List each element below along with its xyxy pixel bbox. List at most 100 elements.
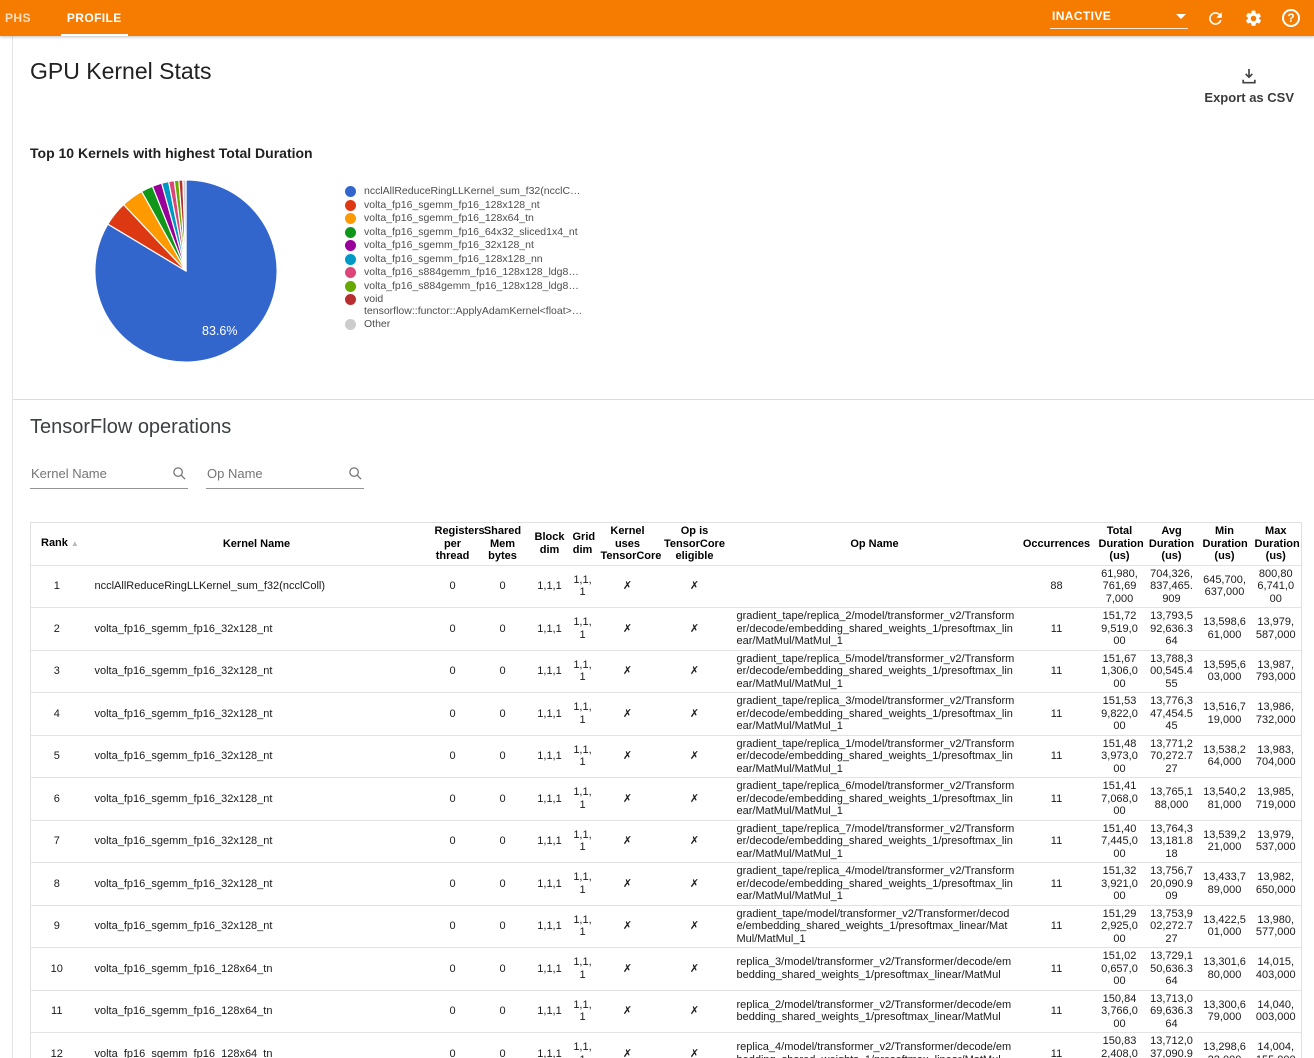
cell-op-name: replica_3/model/transformer_v2/Transform… bbox=[731, 948, 1019, 991]
cell-kernel-tensorcore: ✗ bbox=[597, 735, 659, 778]
cell-total-duration: 150,832,408,000 bbox=[1095, 1033, 1145, 1058]
cell-kernel-name: volta_fp16_sgemm_fp16_128x64_tn bbox=[83, 1033, 431, 1058]
cell-op-tc-eligible: ✗ bbox=[659, 693, 731, 736]
cell-grid-dim: 1,1,1 bbox=[569, 565, 597, 608]
refresh-button[interactable] bbox=[1204, 7, 1226, 29]
column-header[interactable]: Avg Duration (us) bbox=[1145, 523, 1199, 566]
op-name-filter bbox=[206, 463, 364, 489]
cell-op-tc-eligible: ✗ bbox=[659, 948, 731, 991]
column-header[interactable]: Min Duration (us) bbox=[1199, 523, 1251, 566]
main-card: GPU Kernel Stats Export as CSV Top 10 Ke… bbox=[12, 36, 1314, 1058]
legend-item: volta_fp16_sgemm_fp16_128x128_nn bbox=[345, 254, 585, 266]
tab-profile[interactable]: PROFILE bbox=[55, 0, 134, 36]
cell-shared-mem: 0 bbox=[475, 778, 531, 821]
column-header[interactable]: Max Duration (us) bbox=[1251, 523, 1302, 566]
ops-table-body: 1 ncclAllReduceRingLLKernel_sum_f32(nccl… bbox=[31, 565, 1302, 1058]
cell-rank: 5 bbox=[31, 735, 83, 778]
column-header[interactable]: Op is TensorCore eligible bbox=[659, 523, 731, 566]
op-name-input[interactable] bbox=[206, 463, 364, 489]
cell-registers: 0 bbox=[431, 565, 475, 608]
cell-occurrences: 11 bbox=[1019, 650, 1095, 693]
cell-total-duration: 151,292,925,000 bbox=[1095, 905, 1145, 948]
cell-avg-duration: 13,776,347,454.545 bbox=[1145, 693, 1199, 736]
cell-op-name: gradient_tape/model/transformer_v2/Trans… bbox=[731, 905, 1019, 948]
legend-label: ncclAllReduceRingLLKernel_sum_f32(ncclC… bbox=[364, 186, 581, 198]
settings-button[interactable] bbox=[1242, 7, 1264, 29]
cell-block-dim: 1,1,1 bbox=[531, 820, 569, 863]
cell-rank: 2 bbox=[31, 608, 83, 651]
table-row: 6 volta_fp16_sgemm_fp16_32x128_nt 0 0 1,… bbox=[31, 778, 1302, 821]
cell-occurrences: 11 bbox=[1019, 693, 1095, 736]
cell-op-tc-eligible: ✗ bbox=[659, 735, 731, 778]
cell-block-dim: 1,1,1 bbox=[531, 948, 569, 991]
column-header[interactable]: Kernel Name bbox=[83, 523, 431, 566]
cell-avg-duration: 13,756,720,090.909 bbox=[1145, 863, 1199, 906]
table-row: 1 ncclAllReduceRingLLKernel_sum_f32(nccl… bbox=[31, 565, 1302, 608]
cell-op-tc-eligible: ✗ bbox=[659, 1033, 731, 1058]
cell-block-dim: 1,1,1 bbox=[531, 693, 569, 736]
legend-label: volta_fp16_sgemm_fp16_128x128_nn bbox=[364, 254, 543, 266]
cell-kernel-name: volta_fp16_sgemm_fp16_32x128_nt bbox=[83, 905, 431, 948]
pie-legend: ncclAllReduceRingLLKernel_sum_f32(ncclC…… bbox=[345, 178, 585, 383]
cell-registers: 0 bbox=[431, 735, 475, 778]
cell-kernel-name: volta_fp16_sgemm_fp16_128x64_tn bbox=[83, 990, 431, 1033]
cell-max-duration: 13,983,704,000 bbox=[1251, 735, 1302, 778]
cell-min-duration: 13,538,264,000 bbox=[1199, 735, 1251, 778]
cell-block-dim: 1,1,1 bbox=[531, 735, 569, 778]
download-icon bbox=[1239, 66, 1259, 86]
cell-rank: 6 bbox=[31, 778, 83, 821]
legend-swatch-icon bbox=[345, 281, 356, 292]
legend-swatch-icon bbox=[345, 186, 356, 197]
cell-op-name: gradient_tape/replica_3/model/transforme… bbox=[731, 693, 1019, 736]
column-header[interactable]: Occurrences bbox=[1019, 523, 1095, 566]
legend-label: volta_fp16_s884gemm_fp16_128x128_ldg8… bbox=[364, 267, 579, 279]
cell-min-duration: 13,298,622,000 bbox=[1199, 1033, 1251, 1058]
cell-kernel-name: volta_fp16_sgemm_fp16_32x128_nt bbox=[83, 863, 431, 906]
column-header[interactable]: Grid dim bbox=[569, 523, 597, 566]
cell-registers: 0 bbox=[431, 608, 475, 651]
cell-op-name: gradient_tape/replica_4/model/transforme… bbox=[731, 863, 1019, 906]
legend-swatch-icon bbox=[345, 294, 356, 305]
cell-total-duration: 151,483,973,000 bbox=[1095, 735, 1145, 778]
table-row: 7 volta_fp16_sgemm_fp16_32x128_nt 0 0 1,… bbox=[31, 820, 1302, 863]
cell-rank: 12 bbox=[31, 1033, 83, 1058]
legend-label: Other bbox=[364, 319, 390, 331]
cell-max-duration: 13,987,793,000 bbox=[1251, 650, 1302, 693]
refresh-icon bbox=[1206, 9, 1225, 28]
cell-kernel-tensorcore: ✗ bbox=[597, 863, 659, 906]
help-button[interactable]: ? bbox=[1280, 7, 1302, 29]
cell-total-duration: 151,407,445,000 bbox=[1095, 820, 1145, 863]
table-row: 12 volta_fp16_sgemm_fp16_128x64_tn 0 0 1… bbox=[31, 1033, 1302, 1058]
cell-kernel-name: volta_fp16_sgemm_fp16_32x128_nt bbox=[83, 693, 431, 736]
cell-grid-dim: 1,1,1 bbox=[569, 650, 597, 693]
column-header[interactable]: Kernel uses TensorCore bbox=[597, 523, 659, 566]
column-header[interactable]: Total Duration (us) bbox=[1095, 523, 1145, 566]
cell-total-duration: 61,980,761,697,000 bbox=[1095, 565, 1145, 608]
cell-max-duration: 14,040,003,000 bbox=[1251, 990, 1302, 1033]
cell-shared-mem: 0 bbox=[475, 608, 531, 651]
cell-occurrences: 11 bbox=[1019, 1033, 1095, 1058]
column-header[interactable]: Block dim bbox=[531, 523, 569, 566]
cell-avg-duration: 13,713,069,636.364 bbox=[1145, 990, 1199, 1033]
tab-graphs[interactable]: PHS bbox=[1, 0, 35, 36]
column-header[interactable]: Registers per thread bbox=[431, 523, 475, 566]
column-header[interactable]: Op Name bbox=[731, 523, 1019, 566]
cell-rank: 11 bbox=[31, 990, 83, 1033]
page-title: GPU Kernel Stats bbox=[30, 58, 1292, 85]
tensorflow-operations-section: TensorFlow operations bbox=[13, 400, 1314, 1058]
cell-kernel-tensorcore: ✗ bbox=[597, 778, 659, 821]
cell-kernel-tensorcore: ✗ bbox=[597, 990, 659, 1033]
cell-grid-dim: 1,1,1 bbox=[569, 1033, 597, 1058]
run-selector[interactable]: INACTIVE bbox=[1050, 7, 1188, 29]
export-csv-button[interactable]: Export as CSV bbox=[1204, 66, 1294, 105]
kernel-name-input[interactable] bbox=[30, 463, 188, 489]
cell-min-duration: 13,540,281,000 bbox=[1199, 778, 1251, 821]
cell-op-tc-eligible: ✗ bbox=[659, 778, 731, 821]
cell-block-dim: 1,1,1 bbox=[531, 608, 569, 651]
ops-table: Rank▲Kernel NameRegisters per threadShar… bbox=[30, 522, 1302, 1058]
cell-avg-duration: 13,788,300,545.455 bbox=[1145, 650, 1199, 693]
column-header[interactable]: Rank▲ bbox=[31, 523, 83, 566]
legend-item: volta_fp16_sgemm_fp16_32x128_nt bbox=[345, 240, 585, 252]
cell-grid-dim: 1,1,1 bbox=[569, 778, 597, 821]
legend-label: volta_fp16_sgemm_fp16_64x32_sliced1x4_nt bbox=[364, 227, 578, 239]
